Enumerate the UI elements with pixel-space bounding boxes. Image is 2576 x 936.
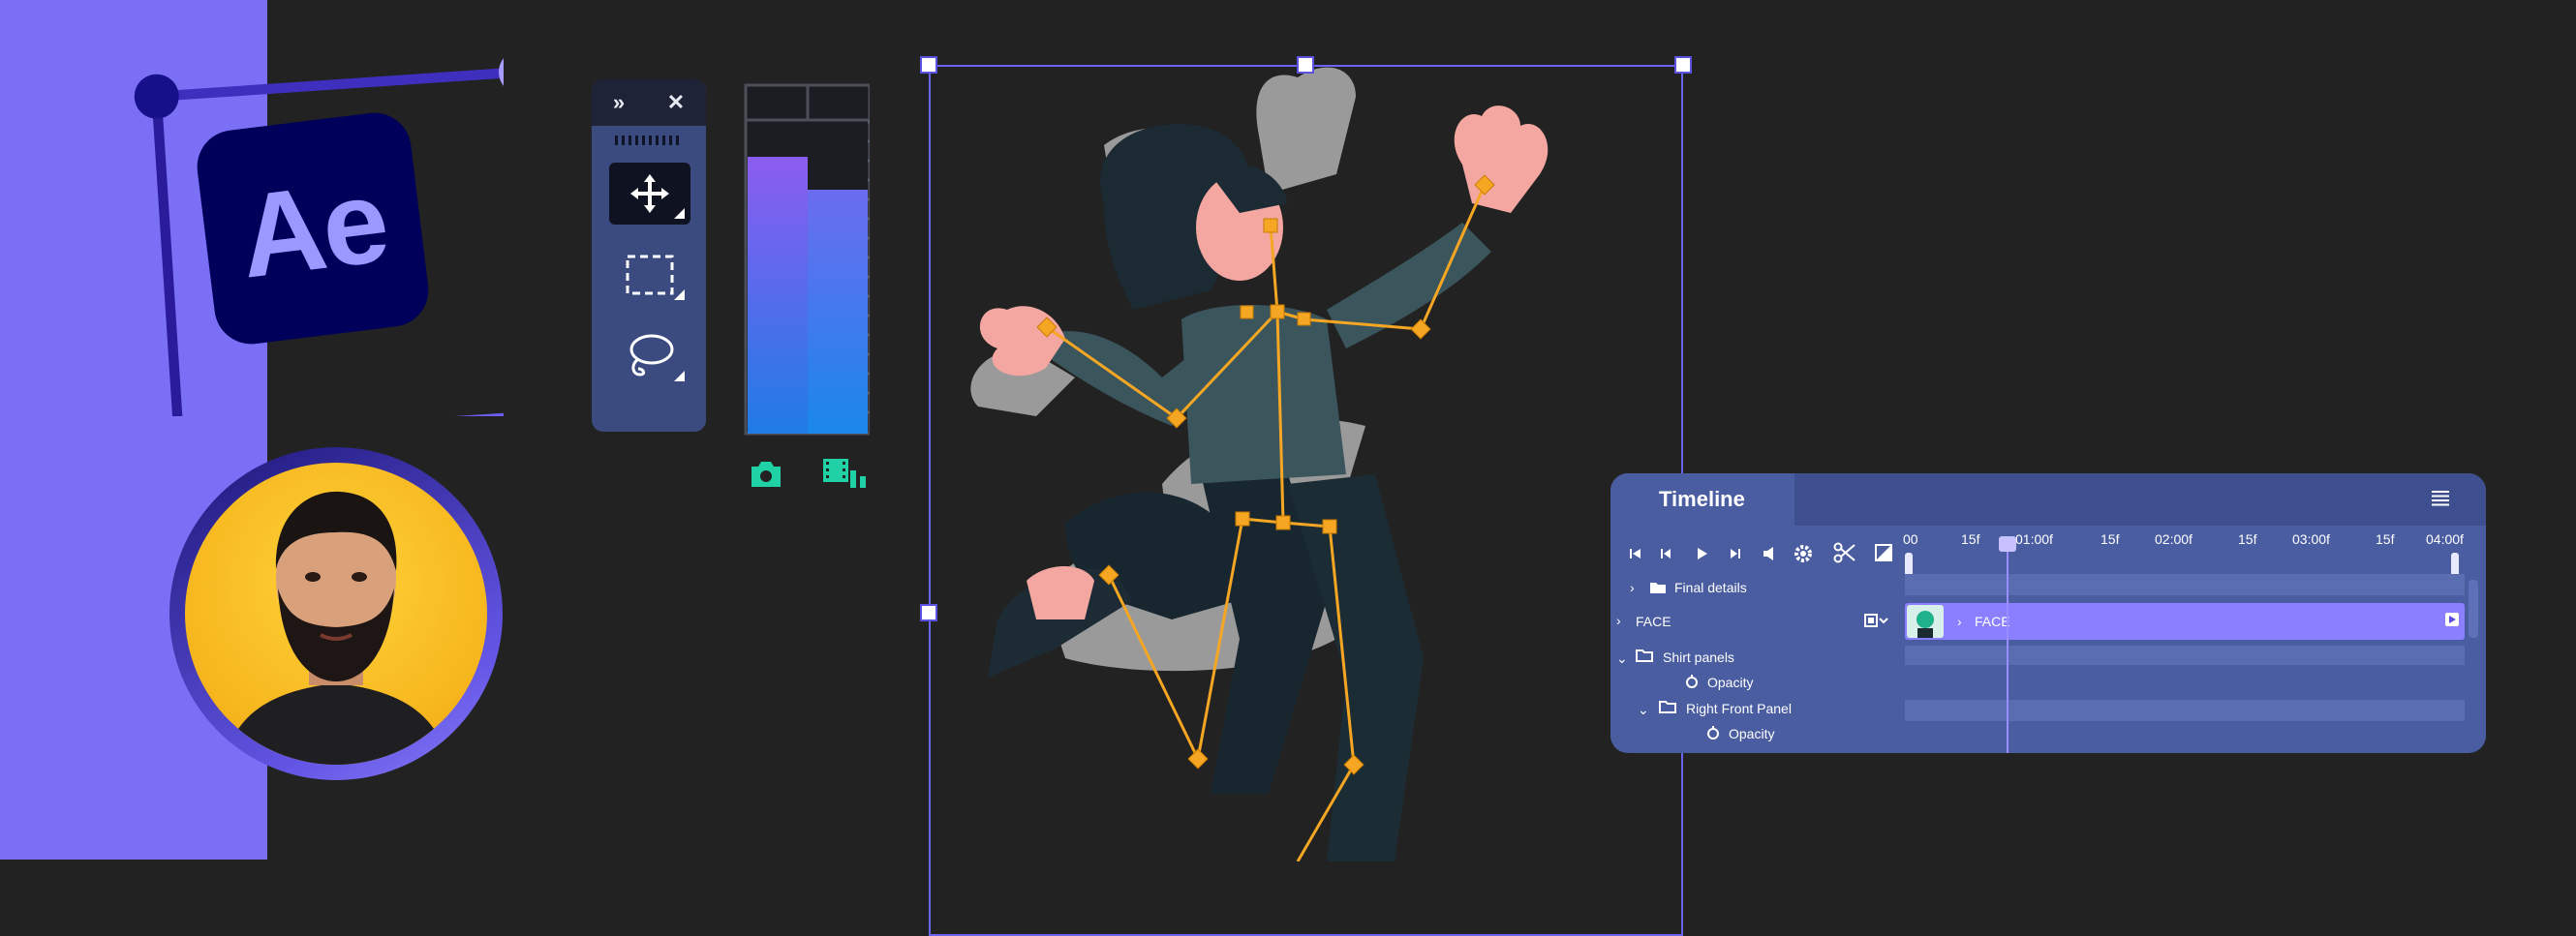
- chevron-right-icon[interactable]: ›: [1630, 580, 1635, 595]
- face-clip[interactable]: › FACE: [1905, 603, 2465, 640]
- timeline-header: Timeline: [1610, 473, 2486, 526]
- ruler-tick-label: 15f: [2238, 531, 2257, 547]
- ruler-tick-label: 01:00f: [2015, 531, 2053, 547]
- timeline-panel: Timeline 00 15f 01:00f 15f 02:00f 15f 03:00f 15…: [1610, 473, 2486, 753]
- ruler-tick-label: 15f: [1961, 531, 1980, 547]
- track-final-details[interactable]: [1905, 574, 2465, 595]
- chevron-right-icon[interactable]: ›: [1616, 613, 1621, 628]
- layer-name[interactable]: FACE: [1636, 614, 1671, 629]
- move-tool-icon: [630, 174, 669, 213]
- ae-logo: Ae: [193, 108, 433, 348]
- first-frame-icon[interactable]: [1630, 549, 1641, 559]
- ruler-tick-label: 00: [1903, 531, 1918, 547]
- prev-frame-icon[interactable]: [1661, 549, 1671, 559]
- marquee-tool-button[interactable]: [609, 244, 690, 306]
- ruler-tick-label: 03:00f: [2292, 531, 2330, 547]
- transport-controls: [1630, 547, 1773, 560]
- track-right-front-panel[interactable]: [1905, 700, 2465, 721]
- scrollbar-thumb[interactable]: [2469, 580, 2478, 638]
- playhead-line: [2007, 545, 2009, 753]
- folder-icon: [1659, 701, 1676, 713]
- selection-bounding-box[interactable]: [929, 65, 1683, 936]
- ruler-tick-label: 02:00f: [2155, 531, 2193, 547]
- marquee-tool-icon: [626, 255, 674, 295]
- next-frame-icon[interactable]: [1731, 549, 1740, 559]
- audio-icon[interactable]: [1763, 547, 1773, 560]
- lasso-tool-icon: [629, 334, 674, 377]
- folder-icon: [1636, 649, 1653, 662]
- stopwatch-icon[interactable]: [1705, 725, 1721, 740]
- film-icon[interactable]: [821, 457, 868, 492]
- expand-icon[interactable]: »: [613, 90, 625, 115]
- property-name[interactable]: Opacity: [1707, 675, 1753, 690]
- tools-panel-header: » ✕: [592, 79, 706, 126]
- folder-icon: [1650, 583, 1666, 593]
- close-icon[interactable]: ✕: [667, 90, 685, 115]
- ruler-tick-label: 15f: [2376, 531, 2395, 547]
- timeline-tab[interactable]: Timeline: [1610, 473, 1794, 526]
- menu-icon[interactable]: [2432, 491, 2449, 506]
- comp-switch-icon[interactable]: [1874, 543, 1893, 562]
- drag-handle[interactable]: [615, 136, 683, 145]
- layer-name[interactable]: Shirt panels: [1663, 649, 1734, 665]
- lasso-tool-button[interactable]: [609, 325, 690, 387]
- gear-icon[interactable]: [1793, 542, 1816, 565]
- avatar: [169, 447, 503, 780]
- transform-handle-top-right[interactable]: [1674, 56, 1692, 74]
- chevron-down-icon[interactable]: ⌄: [1616, 650, 1628, 667]
- avatar-photo: [185, 463, 487, 765]
- chevron-right-icon[interactable]: ›: [1957, 614, 1962, 629]
- layer-name[interactable]: Right Front Panel: [1686, 701, 1792, 716]
- clip-end-marker[interactable]: [2445, 613, 2459, 626]
- clip-thumbnail: [1907, 605, 1944, 638]
- ruler-tick-label: 04:00f: [2426, 531, 2464, 547]
- property-name[interactable]: Opacity: [1729, 726, 1774, 741]
- stopwatch-icon[interactable]: [1684, 674, 1700, 689]
- transform-handle-top-center[interactable]: [1297, 56, 1314, 74]
- layer-name[interactable]: Final details: [1674, 580, 1747, 595]
- camera-icon[interactable]: [748, 459, 784, 490]
- move-tool-button[interactable]: [609, 163, 690, 225]
- logo-text: Ae: [232, 154, 393, 303]
- layer-switch-icon[interactable]: [1864, 613, 1889, 628]
- clip-label: FACE: [1975, 614, 2010, 629]
- play-icon[interactable]: [1698, 548, 1707, 559]
- track-shirt-panels[interactable]: [1905, 646, 2465, 665]
- timeline-title: Timeline: [1659, 487, 1745, 511]
- tools-panel: » ✕: [592, 79, 706, 432]
- playhead[interactable]: [1999, 536, 2016, 552]
- timeline-scrollbar[interactable]: [2469, 580, 2478, 752]
- chevron-down-icon[interactable]: ⌄: [1638, 702, 1649, 718]
- ruler-tick-label: 15f: [2101, 531, 2120, 547]
- transform-handle-mid-left[interactable]: [920, 604, 937, 621]
- levels-histogram: [744, 83, 870, 436]
- scissors-icon[interactable]: [1833, 541, 1856, 564]
- transform-handle-top-left[interactable]: [920, 56, 937, 74]
